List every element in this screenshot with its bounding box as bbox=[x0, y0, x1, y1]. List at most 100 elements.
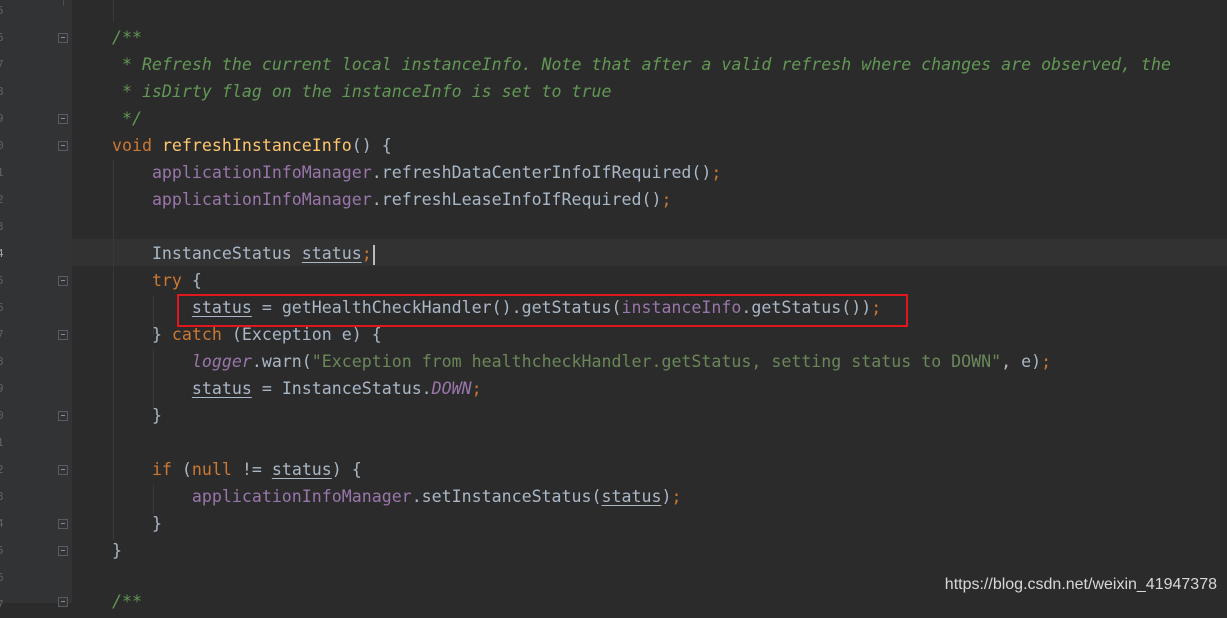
fold-toggle-icon[interactable] bbox=[58, 546, 68, 556]
field-reference: applicationInfoManager bbox=[151, 163, 372, 182]
line-number: 2 bbox=[0, 193, 4, 206]
keyword: if bbox=[151, 460, 172, 479]
line-number: 5 bbox=[0, 274, 4, 287]
code-text: .warn( bbox=[251, 352, 312, 371]
local-variable: status bbox=[601, 487, 662, 506]
semicolon: ; bbox=[661, 190, 672, 209]
line-number: 0 bbox=[0, 139, 4, 152]
keyword: null bbox=[191, 460, 232, 479]
fold-toggle-icon[interactable] bbox=[58, 519, 68, 529]
code-line[interactable]: } bbox=[72, 510, 162, 537]
line-number-current: 4 bbox=[0, 247, 4, 260]
code-line-doc[interactable]: * Refresh the current local instanceInfo… bbox=[72, 51, 1171, 78]
fold-toggle-icon[interactable] bbox=[58, 141, 68, 151]
code-text: } bbox=[151, 325, 172, 344]
local-variable: status bbox=[301, 244, 362, 263]
line-number: 1 bbox=[0, 166, 4, 179]
line-number: 0 bbox=[0, 409, 4, 422]
code-text: .refreshLeaseInfoIfRequired() bbox=[371, 190, 662, 209]
doc-comment: /** bbox=[111, 28, 142, 47]
fold-toggle-icon[interactable] bbox=[58, 411, 68, 421]
code-text: = InstanceStatus. bbox=[251, 379, 432, 398]
line-number: 3 bbox=[0, 220, 4, 233]
code-line-doc-open[interactable]: /** bbox=[72, 24, 142, 51]
indent-guide bbox=[113, 0, 114, 22]
code-text: .setInstanceStatus( bbox=[411, 487, 602, 506]
semicolon: ; bbox=[1041, 352, 1052, 371]
code-text: } bbox=[111, 541, 122, 560]
semicolon: ; bbox=[471, 379, 482, 398]
keyword: try bbox=[151, 271, 182, 290]
code-text: } bbox=[151, 514, 162, 533]
field-reference: applicationInfoManager bbox=[191, 487, 412, 506]
code-line[interactable]: status = InstanceStatus.DOWN; bbox=[72, 375, 482, 402]
fold-toggle-icon[interactable] bbox=[58, 114, 68, 124]
code-text: { bbox=[181, 271, 202, 290]
line-number: 1 bbox=[0, 436, 4, 449]
local-variable: status bbox=[271, 460, 332, 479]
code-line[interactable]: try { bbox=[72, 267, 202, 294]
line-number: 5 bbox=[0, 4, 4, 17]
line-number: 9 bbox=[0, 382, 4, 395]
doc-comment: */ bbox=[111, 109, 142, 128]
line-number: 6 bbox=[0, 31, 4, 44]
code-line-doc-open[interactable]: /** bbox=[72, 588, 142, 615]
code-text: } bbox=[151, 406, 162, 425]
code-text: .refreshDataCenterInfoIfRequired() bbox=[371, 163, 712, 182]
code-line-doc-close[interactable]: */ bbox=[72, 105, 142, 132]
semicolon: ; bbox=[361, 244, 372, 263]
line-number: 5 bbox=[0, 544, 4, 557]
code-line[interactable]: applicationInfoManager.refreshLeaseInfoI… bbox=[72, 186, 672, 213]
keyword: catch bbox=[171, 325, 222, 344]
method-name: refreshInstanceInfo bbox=[161, 136, 352, 155]
line-number: 7 bbox=[0, 328, 4, 341]
enum-constant: DOWN bbox=[431, 379, 472, 398]
fold-toggle-icon[interactable] bbox=[58, 465, 68, 475]
doc-comment: * Refresh the current local instanceInfo… bbox=[111, 55, 1171, 74]
line-number: 4 bbox=[0, 517, 4, 530]
doc-comment: * isDirty flag on the instanceInfo is se… bbox=[111, 82, 612, 101]
code-line[interactable]: if (null != status) { bbox=[72, 456, 362, 483]
semicolon: ; bbox=[711, 163, 722, 182]
fold-toggle-icon[interactable] bbox=[58, 330, 68, 340]
text-caret bbox=[372, 244, 375, 265]
line-number: 8 bbox=[0, 85, 4, 98]
code-text: () { bbox=[351, 136, 392, 155]
line-number: 6 bbox=[0, 571, 4, 584]
fold-guide bbox=[63, 0, 64, 6]
field-reference: applicationInfoManager bbox=[151, 190, 372, 209]
static-field-reference: logger bbox=[191, 352, 252, 371]
code-text: ) { bbox=[331, 460, 362, 479]
line-number: 8 bbox=[0, 355, 4, 368]
line-number: 7 bbox=[0, 58, 4, 71]
annotation-highlight-box bbox=[177, 294, 908, 327]
line-number: 9 bbox=[0, 112, 4, 125]
fold-toggle-icon[interactable] bbox=[58, 276, 68, 286]
string-literal: "Exception from healthcheckHandler.getSt… bbox=[311, 352, 1002, 371]
code-line-current[interactable]: InstanceStatus status; bbox=[72, 240, 375, 267]
line-number: 7 bbox=[0, 598, 4, 611]
line-number: 3 bbox=[0, 490, 4, 503]
code-line[interactable]: applicationInfoManager.refreshDataCenter… bbox=[72, 159, 721, 186]
keyword: void bbox=[111, 136, 152, 155]
code-line[interactable]: logger.warn("Exception from healthcheckH… bbox=[72, 348, 1051, 375]
code-text: (Exception e) { bbox=[221, 325, 382, 344]
line-number: 6 bbox=[0, 301, 4, 314]
code-line[interactable]: } bbox=[72, 537, 122, 564]
fold-toggle-icon[interactable] bbox=[58, 33, 68, 43]
code-text: ) bbox=[661, 487, 672, 506]
code-text: != bbox=[231, 460, 272, 479]
code-text: ( bbox=[171, 460, 192, 479]
code-line[interactable]: } bbox=[72, 402, 162, 429]
code-line[interactable]: applicationInfoManager.setInstanceStatus… bbox=[72, 483, 682, 510]
code-text: , e) bbox=[1001, 352, 1042, 371]
code-line-doc[interactable]: * isDirty flag on the instanceInfo is se… bbox=[72, 78, 612, 105]
type-name: InstanceStatus bbox=[151, 244, 302, 263]
watermark: https://blog.csdn.net/weixin_41947378 bbox=[944, 576, 1217, 593]
line-number: 2 bbox=[0, 463, 4, 476]
semicolon: ; bbox=[671, 487, 682, 506]
local-variable: status bbox=[191, 379, 252, 398]
doc-comment: /** bbox=[111, 592, 142, 611]
fold-toggle-icon[interactable] bbox=[58, 597, 68, 607]
code-line-method-decl[interactable]: void refreshInstanceInfo() { bbox=[72, 132, 392, 159]
